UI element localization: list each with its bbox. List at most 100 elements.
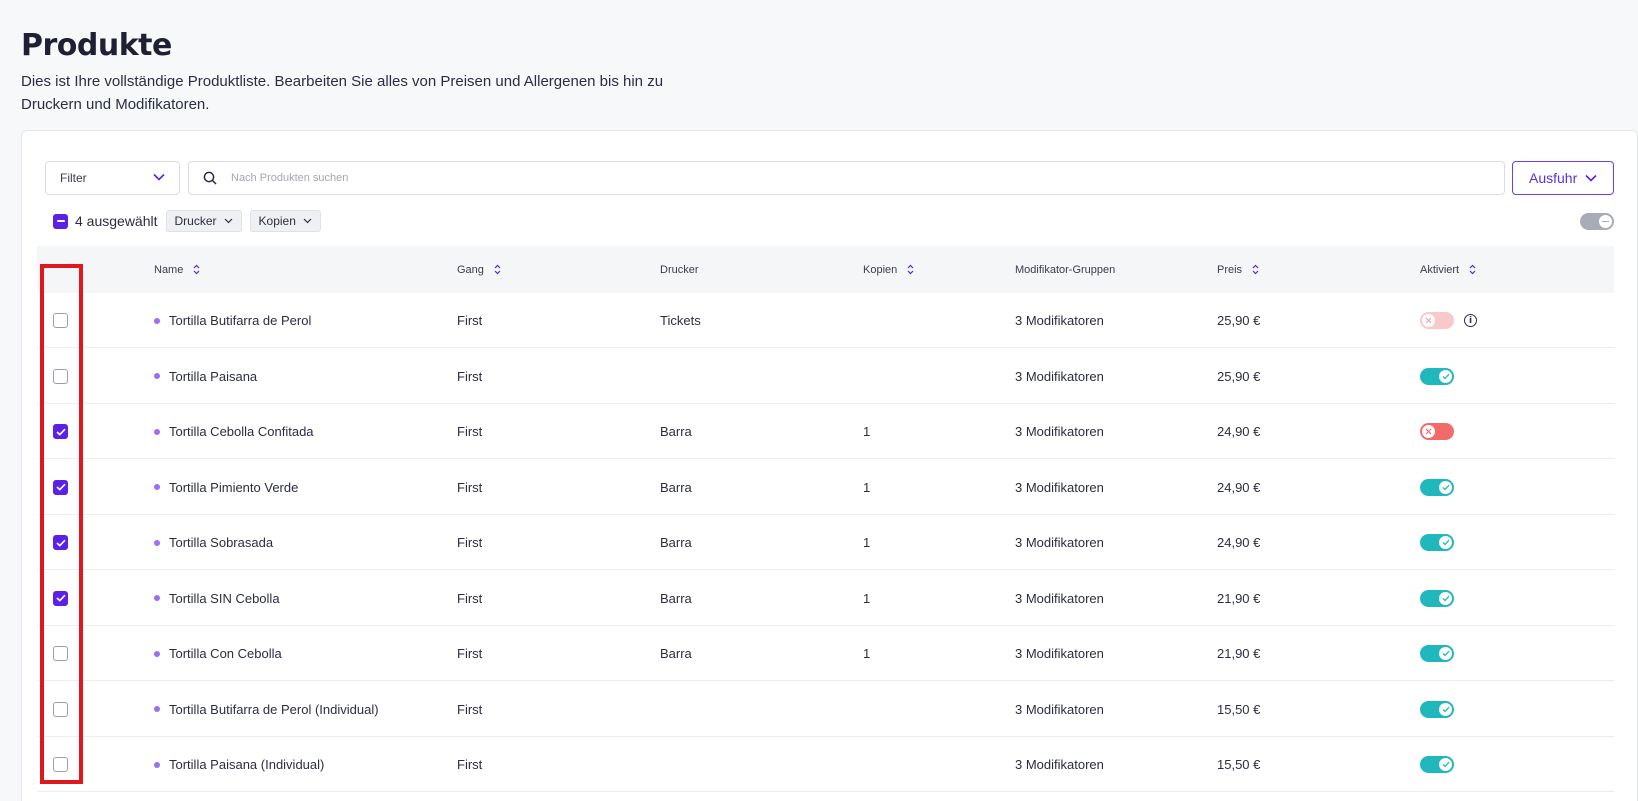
filter-dropdown[interactable]: Filter xyxy=(45,161,180,195)
row-checkbox[interactable] xyxy=(53,646,68,661)
cell-modifikator: 3 Modifikatoren xyxy=(1015,626,1104,681)
check-icon xyxy=(1439,591,1452,605)
info-icon[interactable]: i xyxy=(1464,314,1477,327)
row-checkbox[interactable] xyxy=(53,313,68,328)
cell-modifikator: 3 Modifikatoren xyxy=(1015,571,1104,626)
cell-aktiviert xyxy=(1420,349,1454,404)
name-text: Tortilla SIN Cebolla xyxy=(169,590,280,606)
cell-preis: 24,90 € xyxy=(1217,460,1260,515)
column-label: Name xyxy=(154,263,184,276)
check-icon xyxy=(55,428,66,436)
kopien-text: 1 xyxy=(863,535,871,550)
row-checkbox-cell xyxy=(53,626,68,681)
page-description: Dies ist Ihre vollständige Produktliste.… xyxy=(21,73,664,113)
cell-name[interactable]: Tortilla Butifarra de Perol (Individual) xyxy=(154,682,379,737)
check-icon xyxy=(55,539,66,547)
row-checkbox-cell xyxy=(53,737,68,792)
product-dot-icon xyxy=(154,761,160,768)
search-input[interactable] xyxy=(231,172,1431,184)
table-row[interactable]: Tortilla Paisana (Individual) First 3 Modi… xyxy=(37,737,1614,792)
cell-name[interactable]: Tortilla Pimiento Verde xyxy=(154,460,298,515)
cell-preis: 25,90 € xyxy=(1217,349,1260,404)
column-label: Gang xyxy=(457,263,484,276)
cell-name[interactable]: Tortilla Paisana (Individual) xyxy=(154,737,324,792)
row-checkbox[interactable] xyxy=(53,757,68,772)
column-header-modifikator: Modifikator-Gruppen xyxy=(1015,246,1115,293)
chevron-down-icon xyxy=(224,218,232,224)
active-toggle[interactable] xyxy=(1420,534,1454,551)
kopien-chip-label: Kopien xyxy=(258,214,296,228)
cell-name[interactable]: Tortilla SIN Cebolla xyxy=(154,571,280,626)
sort-icon xyxy=(1252,264,1259,275)
select-all-checkbox[interactable] xyxy=(53,213,68,229)
column-header-drucker: Drucker xyxy=(660,246,699,293)
column-header-gang[interactable]: Gang xyxy=(457,246,501,293)
page-title: Produkte xyxy=(21,28,172,63)
row-checkbox-cell xyxy=(53,349,68,404)
active-toggle[interactable] xyxy=(1420,645,1454,662)
column-label: Preis xyxy=(1217,263,1243,276)
cell-gang: First xyxy=(457,571,482,626)
cell-preis: 15,50 € xyxy=(1217,682,1260,737)
product-dot-icon xyxy=(154,373,160,379)
cell-name[interactable]: Tortilla Cebolla Confitada xyxy=(154,404,314,459)
search-field[interactable] xyxy=(188,161,1505,195)
table-row[interactable]: Tortilla Sobrasada First Barra 1 3 Modifikat… xyxy=(37,515,1614,570)
table-row[interactable]: Tortilla Cebolla Confitada First Barra 1 3 M… xyxy=(37,404,1614,459)
cell-name[interactable]: Tortilla Butifarra de Perol xyxy=(154,293,311,348)
name-text: Tortilla Pimiento Verde xyxy=(169,479,299,495)
column-header-name[interactable]: Name xyxy=(154,246,200,293)
drucker-bulk-dropdown[interactable]: Drucker xyxy=(165,210,242,232)
table-row[interactable]: Tortilla Paisana First 3 Modifikatoren 25,9… xyxy=(37,348,1614,404)
active-toggle[interactable] xyxy=(1420,589,1454,607)
column-header-preis[interactable]: Preis xyxy=(1217,246,1259,293)
cell-kopien: 1 xyxy=(863,460,870,515)
gang-text: First xyxy=(457,424,483,439)
modifikator-text: 3 Modifikatoren xyxy=(1015,313,1104,328)
column-header-kopien[interactable]: Kopien xyxy=(863,246,914,293)
gang-text: First xyxy=(457,757,483,772)
active-toggle[interactable] xyxy=(1420,423,1454,440)
kopien-bulk-dropdown[interactable]: Kopien xyxy=(249,210,321,232)
gang-text: First xyxy=(457,590,483,606)
cell-aktiviert: i xyxy=(1420,293,1477,348)
row-checkbox[interactable] xyxy=(53,535,68,550)
cell-aktiviert xyxy=(1420,682,1454,737)
active-toggle[interactable] xyxy=(1420,700,1454,718)
row-checkbox[interactable] xyxy=(53,590,68,606)
active-toggle[interactable] xyxy=(1420,756,1454,773)
search-icon xyxy=(203,171,217,185)
table-row[interactable]: Tortilla Con Cebolla First Barra 1 3 Modifik… xyxy=(37,626,1614,681)
drucker-text: Barra xyxy=(660,646,692,661)
cell-gang: First xyxy=(457,682,482,737)
check-icon xyxy=(1439,480,1452,494)
row-checkbox[interactable] xyxy=(53,424,68,439)
cell-modifikator: 3 Modifikatoren xyxy=(1015,515,1104,570)
column-header-aktiviert[interactable]: Aktiviert xyxy=(1420,246,1476,293)
cell-name[interactable]: Tortilla Con Cebolla xyxy=(154,626,282,681)
drucker-text: Barra xyxy=(660,479,692,495)
cell-gang: First xyxy=(457,737,482,792)
table-row[interactable]: Tortilla SIN Cebolla First Barra 1 3 Modifik… xyxy=(37,570,1614,626)
column-label: Drucker xyxy=(660,263,699,276)
table-row[interactable]: Tortilla Butifarra de Perol First Tickets 3… xyxy=(37,293,1614,348)
row-checkbox[interactable] xyxy=(53,368,68,384)
view-toggle[interactable] xyxy=(1580,213,1614,230)
filter-label: Filter xyxy=(60,171,87,185)
cell-name[interactable]: Tortilla Sobrasada xyxy=(154,515,273,570)
cell-name[interactable]: Tortilla Paisana xyxy=(154,349,257,404)
row-checkbox[interactable] xyxy=(53,701,68,717)
table-row[interactable]: Tortilla Butifarra de Perol (Individual)… xyxy=(37,681,1614,737)
export-button[interactable]: Ausfuhr xyxy=(1512,161,1614,195)
cell-preis: 24,90 € xyxy=(1217,404,1260,459)
gang-text: First xyxy=(457,368,483,384)
gang-text: First xyxy=(457,479,483,495)
active-toggle[interactable] xyxy=(1420,478,1454,496)
active-toggle[interactable] xyxy=(1420,367,1454,385)
table-row[interactable]: Tortilla Pimiento Verde First Barra 1 3 Modi… xyxy=(37,459,1614,515)
active-toggle[interactable] xyxy=(1420,312,1454,329)
cell-aktiviert xyxy=(1420,404,1454,459)
row-checkbox-cell xyxy=(53,515,68,570)
kopien-text: 1 xyxy=(863,646,871,661)
row-checkbox[interactable] xyxy=(53,479,68,495)
